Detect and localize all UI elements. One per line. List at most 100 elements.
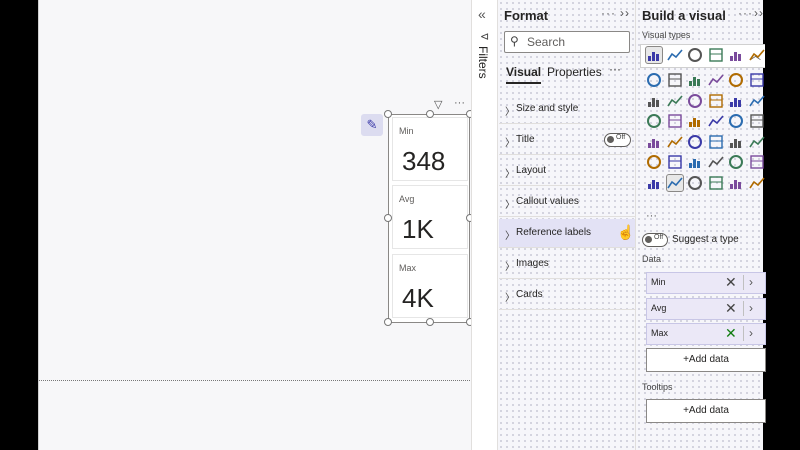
visual-more-options-icon[interactable]: ··· — [454, 97, 465, 109]
scatter-icon[interactable] — [687, 93, 703, 109]
card-max[interactable]: Max 4K — [392, 254, 468, 318]
double-chevron-left-icon[interactable]: « — [478, 6, 486, 22]
divider — [743, 275, 744, 290]
remove-field-icon[interactable]: ✕ — [725, 274, 737, 291]
search-input[interactable]: ⚲ Search — [504, 31, 630, 53]
visual-filter-icon[interactable]: ▽ — [434, 98, 442, 111]
chevron-right-icon[interactable]: › — [749, 326, 753, 340]
filled-map-icon[interactable] — [667, 113, 683, 129]
resize-handle[interactable] — [384, 318, 392, 326]
diamond-icon[interactable] — [728, 175, 744, 191]
matrix-icon[interactable] — [728, 134, 744, 150]
arcgis-icon[interactable] — [707, 113, 724, 129]
tab-visual[interactable]: Visual — [506, 65, 542, 84]
line-clustered-icon[interactable] — [728, 72, 744, 88]
page-boundary-line — [39, 380, 472, 381]
resize-handle[interactable] — [384, 110, 392, 118]
r-visual-icon[interactable] — [748, 134, 765, 150]
card-min[interactable]: Min 348 — [392, 117, 468, 181]
area-chart-icon[interactable] — [667, 72, 683, 88]
suggest-type-toggle[interactable]: Off — [642, 233, 668, 247]
treemap-icon[interactable] — [748, 93, 765, 109]
ribbon-chart-icon[interactable] — [749, 72, 765, 88]
line-column-icon[interactable] — [707, 72, 724, 88]
table-icon[interactable] — [708, 134, 724, 150]
chevron-right-icon[interactable]: › — [749, 275, 753, 289]
section-cards[interactable]: 〉 Cards — [499, 281, 635, 310]
resize-handle[interactable] — [426, 110, 434, 118]
tab-properties[interactable]: Properties — [547, 65, 602, 79]
right-frame-border — [763, 0, 800, 450]
add-data-button[interactable]: +Add data — [646, 348, 766, 372]
more-options-icon[interactable]: ··· — [738, 6, 753, 20]
kpi-icon[interactable] — [666, 134, 683, 150]
clustered-column-icon[interactable] — [708, 47, 724, 63]
arcgis-maps-icon[interactable] — [708, 175, 724, 191]
more-options-icon[interactable]: ··· — [601, 6, 616, 20]
multi-card-visual[interactable]: Min 348 Avg 1K Max 4K — [384, 110, 474, 326]
section-title[interactable]: 〉 Title Off — [499, 126, 635, 155]
remove-field-icon[interactable]: ✕ — [725, 325, 737, 342]
collapse-pane-icon[interactable]: ›› — [620, 6, 630, 20]
section-layout[interactable]: 〉 Layout — [499, 157, 635, 186]
search-icon: ⚲ — [510, 34, 519, 48]
slicer-icon[interactable] — [687, 134, 703, 150]
section-reference-labels[interactable]: 〉 Reference labels ☝ — [499, 219, 635, 248]
card-value: 1K — [402, 214, 434, 244]
funnel-icon[interactable] — [666, 93, 683, 109]
field-name: Max — [651, 328, 669, 338]
section-images[interactable]: 〉 Images — [499, 250, 635, 279]
gauge-icon[interactable] — [728, 113, 744, 129]
power-automate-icon[interactable] — [748, 175, 765, 191]
tab-more-icon[interactable]: ··· — [609, 62, 621, 76]
more-visuals-icon[interactable]: ··· — [646, 210, 657, 222]
100-column-icon[interactable] — [748, 47, 765, 63]
smart-narrative-icon[interactable] — [728, 154, 744, 170]
section-callout-values[interactable]: 〉 Callout values — [499, 188, 635, 217]
data-field-min[interactable]: Min ✕ › — [646, 272, 766, 294]
card-new-icon[interactable] — [665, 173, 684, 192]
map-icon[interactable] — [646, 113, 662, 129]
format-visual-icon[interactable]: ✎ — [361, 114, 383, 136]
filters-label[interactable]: Filters — [476, 46, 490, 79]
chevron-right-icon[interactable]: › — [749, 301, 753, 315]
collapse-pane-icon[interactable]: ›› — [754, 6, 764, 20]
key-influencers-icon[interactable] — [667, 154, 683, 170]
pie-chart-icon[interactable] — [708, 93, 724, 109]
stacked-bar-icon[interactable] — [645, 46, 663, 64]
card-avg[interactable]: Avg 1K — [392, 185, 468, 249]
filters-pane[interactable]: « ⊲ Filters — [471, 0, 497, 450]
tooltips-well-label: Tooltips — [642, 382, 673, 392]
stacked-column-icon[interactable] — [666, 47, 683, 63]
python-visual-icon[interactable] — [646, 154, 662, 170]
resize-handle[interactable] — [426, 318, 434, 326]
qa-icon[interactable] — [707, 154, 724, 170]
paginated-report-icon[interactable] — [646, 175, 662, 191]
decomposition-tree-icon[interactable] — [687, 154, 703, 170]
goals-icon[interactable] — [749, 154, 765, 170]
line-area-icon[interactable] — [687, 72, 703, 88]
title-toggle[interactable]: Off — [604, 133, 631, 147]
remove-field-icon[interactable]: ✕ — [725, 300, 737, 317]
line-chart-icon[interactable] — [646, 72, 662, 88]
power-apps-icon[interactable] — [687, 175, 703, 191]
toggle-knob — [607, 136, 614, 143]
chevron-right-icon: 〉 — [505, 107, 515, 118]
card-value: 348 — [402, 146, 446, 176]
waterfall-icon[interactable] — [646, 93, 662, 109]
data-field-avg[interactable]: Avg ✕ › — [646, 298, 766, 320]
data-field-max[interactable]: Max ✕ › — [646, 323, 766, 345]
clustered-bar-icon[interactable] — [687, 47, 703, 63]
chevron-right-icon: 〉 — [505, 262, 515, 273]
donut-chart-icon[interactable] — [728, 93, 744, 109]
add-tooltips-data-button[interactable]: +Add data — [646, 399, 766, 423]
resize-handle[interactable] — [384, 214, 392, 222]
section-size-and-style[interactable]: 〉 Size and style — [499, 95, 635, 124]
100-bar-icon[interactable] — [728, 47, 744, 63]
multi-row-card-icon[interactable] — [646, 134, 662, 150]
section-label: Layout — [516, 165, 547, 176]
card-label: Avg — [399, 194, 415, 204]
section-label: Cards — [516, 289, 543, 300]
card-icon[interactable] — [749, 113, 765, 129]
azure-map-icon[interactable] — [687, 113, 703, 129]
